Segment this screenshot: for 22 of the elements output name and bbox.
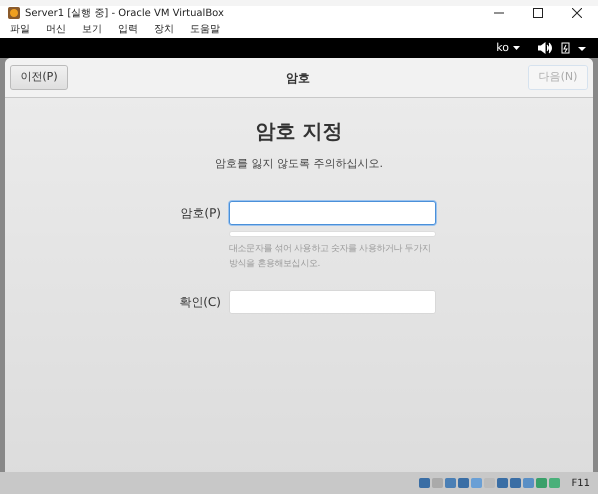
input-field[interactable] [229, 200, 436, 224]
system-tray-icons[interactable] [538, 42, 588, 54]
menu-item[interactable]: 파일 [10, 22, 30, 36]
page-subtitle: 암호를 잃지 않도록 주의하십시오. [215, 156, 383, 172]
maximize-icon[interactable] [533, 8, 543, 18]
host-key: F11 [572, 476, 590, 490]
menu-item[interactable]: 입력 [118, 22, 138, 36]
page-title: 암호 지정 [256, 118, 342, 145]
menu-item[interactable]: 장치 [154, 22, 174, 36]
caret-icon[interactable] [513, 46, 520, 50]
back-button[interactable]: 이전(P) [10, 65, 68, 90]
menu-item[interactable]: 머신 [46, 22, 66, 36]
close-icon[interactable] [572, 8, 582, 18]
window-title: Server1 [실행 중] - Oracle VM VirtualBox [25, 6, 225, 20]
password-hint: 대소문자를 섞어 사용하고 숫자를 사용하거나 두가지 방식을 혼용해보십시오. [229, 242, 432, 270]
menu-item[interactable]: 도움말 [190, 22, 220, 36]
language-menu[interactable]: ko [496, 40, 509, 56]
field-label: 암호(P) [179, 204, 221, 222]
header-title: 암호 [286, 70, 310, 86]
app-icon [8, 7, 20, 19]
field-label: 확인(C) [178, 294, 221, 310]
menu-item[interactable]: 보기 [82, 22, 102, 36]
